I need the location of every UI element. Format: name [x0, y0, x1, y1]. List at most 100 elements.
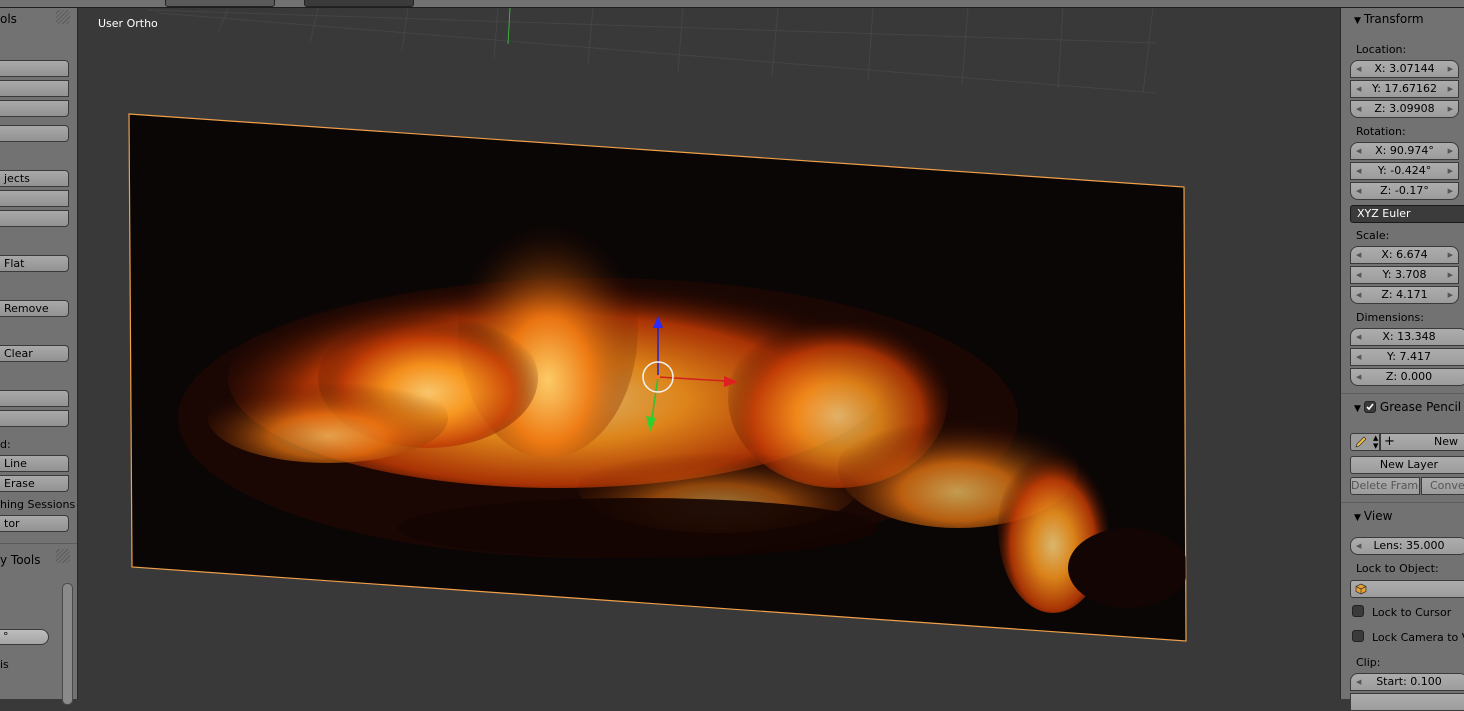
tool-button[interactable]: [0, 100, 69, 117]
tool-button[interactable]: [0, 390, 69, 407]
value-text: X: 6.674: [1381, 248, 1428, 261]
sessions-label: hing Sessions: [0, 498, 76, 511]
header-field[interactable]: [304, 0, 414, 7]
scale-x-field[interactable]: ◀ X: 6.674 ▶: [1350, 246, 1459, 264]
up-down-icon: ▲ ▼: [1373, 434, 1379, 450]
grease-pencil-header[interactable]: ▼ Grease Pencil: [1354, 400, 1461, 414]
y-axis-line: [507, 8, 511, 45]
new-grease-pencil-button[interactable]: + New: [1380, 433, 1464, 451]
collapse-triangle-icon: ▼: [1354, 404, 1361, 414]
lock-camera-checkbox[interactable]: [1352, 630, 1364, 642]
rotation-y-field[interactable]: ◀ Y: -0.424° ▶: [1350, 162, 1459, 180]
dimensions-y-field[interactable]: ◀ Y: 7.417: [1350, 348, 1464, 366]
erase-button[interactable]: Erase: [0, 475, 69, 492]
dimensions-z-field[interactable]: ◀ Z: 0.000: [1350, 368, 1464, 386]
tool-shelf: ols jects Flat Remove Clear d: Line Eras…: [0, 8, 78, 705]
rotation-x-field[interactable]: ◀ X: 90.974° ▶: [1350, 142, 1459, 160]
location-z-field[interactable]: ◀ Z: 3.09908 ▶: [1350, 100, 1459, 118]
grease-pencil-title: Grease Pencil: [1379, 400, 1462, 414]
convert-button[interactable]: Conve: [1421, 477, 1464, 495]
tool-button[interactable]: [0, 210, 69, 227]
collapse-triangle-icon: ▼: [1354, 16, 1361, 26]
rotation-mode-dropdown[interactable]: XYZ Euler: [1350, 205, 1464, 223]
tor-button[interactable]: tor: [0, 515, 69, 532]
new-layer-button[interactable]: New Layer: [1350, 456, 1464, 474]
view-header[interactable]: ▼ View: [1354, 509, 1392, 523]
objects-button[interactable]: jects: [0, 170, 69, 187]
location-y-field[interactable]: ◀ Y: 17.67162 ▶: [1350, 80, 1459, 98]
divider: [1341, 502, 1464, 503]
location-label: Location:: [1356, 43, 1407, 56]
clip-label: Clip:: [1356, 656, 1381, 669]
scale-z-field[interactable]: ◀ Z: 4.171 ▶: [1350, 286, 1459, 304]
panel-grip-icon[interactable]: [56, 549, 70, 563]
lock-object-field[interactable]: [1350, 580, 1464, 598]
value-text: X: 90.974°: [1375, 144, 1434, 157]
value-text: Y: 3.708: [1382, 268, 1427, 281]
rotation-z-field[interactable]: ◀ Z: -0.17° ▶: [1350, 182, 1459, 200]
grease-pencil-checkbox[interactable]: [1363, 401, 1376, 413]
collapse-triangle-icon: ▼: [1354, 513, 1361, 523]
top-header-strip: [0, 0, 1464, 8]
value-text: Z: 3.09908: [1374, 102, 1435, 115]
grease-pencil-new-row: ▲ ▼ + New: [1350, 433, 1464, 451]
delete-frame-button[interactable]: Delete Frame: [1350, 477, 1420, 495]
pencil-datablock-selector[interactable]: ▲ ▼: [1350, 433, 1380, 451]
button-label: New: [1434, 435, 1458, 448]
view-label: User Ortho: [98, 17, 158, 30]
line-button[interactable]: Line: [0, 455, 69, 472]
clear-button[interactable]: Clear: [0, 345, 69, 362]
clip-end-field[interactable]: [1350, 693, 1464, 711]
value-text: Z: 4.171: [1381, 288, 1428, 301]
panel-grip-icon[interactable]: [56, 10, 70, 24]
tool-button[interactable]: [0, 80, 69, 97]
tool-button[interactable]: [0, 60, 69, 77]
value-text: X: 13.348: [1382, 330, 1436, 343]
3d-viewport[interactable]: User Ortho: [78, 8, 1340, 699]
axis-label: is: [0, 658, 9, 671]
tool-button[interactable]: [0, 190, 69, 207]
divider: [0, 543, 77, 544]
transform-title: Transform: [1363, 12, 1424, 26]
tool-button[interactable]: [0, 410, 69, 427]
rotation-label: Rotation:: [1356, 125, 1406, 138]
scrollbar[interactable]: [62, 583, 73, 705]
dimensions-label: Dimensions:: [1356, 311, 1424, 324]
clip-start-field[interactable]: ◀ Start: 0.100: [1350, 673, 1464, 691]
value-text: Lens: 35.000: [1373, 539, 1445, 552]
slider-value: °: [3, 630, 9, 643]
draw-label: d:: [0, 438, 11, 451]
pencil-icon: [1355, 436, 1367, 448]
dimensions-x-field[interactable]: ◀ X: 13.348: [1350, 328, 1464, 346]
plus-icon: +: [1384, 434, 1395, 449]
floor-grid: [147, 8, 1157, 94]
value-text: Z: 0.000: [1385, 370, 1433, 383]
tool-shelf-header: ols: [0, 12, 17, 26]
lock-camera-label: Lock Camera to Vi: [1372, 631, 1464, 644]
value-text: Z: -0.17°: [1380, 184, 1429, 197]
lens-field[interactable]: ◀ Lens: 35.000: [1350, 537, 1464, 555]
value-slider[interactable]: °: [0, 629, 49, 645]
value-text: Y: -0.424°: [1377, 164, 1432, 177]
scale-y-field[interactable]: ◀ Y: 3.708 ▶: [1350, 266, 1459, 284]
tools-header: y Tools: [0, 553, 41, 567]
header-field[interactable]: [165, 0, 275, 7]
value-text: Y: 17.67162: [1372, 82, 1437, 95]
view-title: View: [1363, 509, 1393, 523]
value-text: X: 3.07144: [1374, 62, 1435, 75]
object-cube-icon: [1355, 583, 1367, 595]
remove-button[interactable]: Remove: [0, 300, 69, 317]
flat-button[interactable]: Flat: [0, 255, 69, 272]
divider: [1341, 393, 1464, 394]
scale-label: Scale:: [1356, 229, 1390, 242]
properties-panel: ▼ Transform Location: ◀ X: 3.07144 ▶ ◀ Y: 17…: [1340, 8, 1464, 711]
lock-to-cursor-checkbox[interactable]: [1352, 605, 1364, 617]
lock-to-cursor-label: Lock to Cursor: [1372, 606, 1452, 619]
transform-header[interactable]: ▼ Transform: [1354, 12, 1424, 26]
value-text: Start: 0.100: [1376, 675, 1442, 688]
location-x-field[interactable]: ◀ X: 3.07144 ▶: [1350, 60, 1459, 78]
tool-button[interactable]: [0, 125, 69, 142]
value-text: Y: 7.417: [1387, 350, 1431, 363]
lock-to-object-label: Lock to Object:: [1356, 562, 1439, 575]
viewport-scene: [128, 8, 1187, 642]
